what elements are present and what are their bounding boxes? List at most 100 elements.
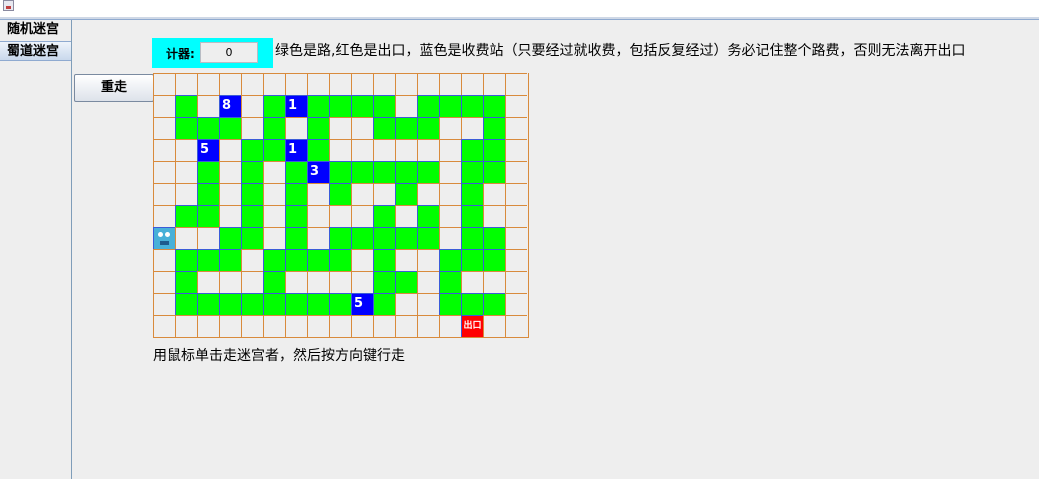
empty-cell xyxy=(439,315,461,337)
road-cell xyxy=(483,249,505,271)
road-cell xyxy=(483,161,505,183)
road-cell xyxy=(263,271,285,293)
road-cell xyxy=(175,117,197,139)
empty-cell xyxy=(285,73,307,95)
toll-cell: 8 xyxy=(219,95,241,117)
road-cell xyxy=(241,139,263,161)
empty-cell xyxy=(329,315,351,337)
road-cell xyxy=(373,227,395,249)
road-cell xyxy=(461,249,483,271)
road-cell xyxy=(219,293,241,315)
road-cell xyxy=(373,95,395,117)
empty-cell xyxy=(153,161,175,183)
road-cell xyxy=(351,95,373,117)
road-cell xyxy=(439,293,461,315)
empty-cell xyxy=(351,205,373,227)
empty-cell xyxy=(373,315,395,337)
empty-cell xyxy=(307,183,329,205)
empty-cell xyxy=(461,73,483,95)
road-cell xyxy=(373,205,395,227)
empty-cell xyxy=(395,205,417,227)
empty-cell xyxy=(197,227,219,249)
road-cell xyxy=(307,293,329,315)
road-cell xyxy=(351,161,373,183)
tab-random-maze[interactable]: 随机迷宫 xyxy=(0,20,71,40)
road-cell xyxy=(219,227,241,249)
road-cell xyxy=(307,249,329,271)
tab-shudao-maze[interactable]: 蜀道迷宫 xyxy=(0,41,71,61)
empty-cell xyxy=(153,139,175,161)
empty-cell xyxy=(197,315,219,337)
road-cell xyxy=(285,161,307,183)
road-cell xyxy=(461,293,483,315)
empty-cell xyxy=(175,139,197,161)
empty-cell xyxy=(153,249,175,271)
empty-cell xyxy=(153,271,175,293)
empty-cell xyxy=(219,183,241,205)
road-cell xyxy=(395,183,417,205)
empty-cell xyxy=(263,205,285,227)
empty-cell xyxy=(439,227,461,249)
empty-cell xyxy=(417,249,439,271)
empty-cell xyxy=(241,95,263,117)
road-cell xyxy=(461,183,483,205)
road-cell xyxy=(483,95,505,117)
empty-cell xyxy=(285,315,307,337)
empty-cell xyxy=(219,315,241,337)
road-cell xyxy=(175,271,197,293)
road-cell xyxy=(197,249,219,271)
road-cell xyxy=(197,117,219,139)
empty-cell xyxy=(373,73,395,95)
empty-cell xyxy=(505,315,527,337)
road-cell xyxy=(285,227,307,249)
empty-cell xyxy=(439,183,461,205)
empty-cell xyxy=(395,293,417,315)
player-icon[interactable] xyxy=(153,227,175,249)
empty-cell xyxy=(153,315,175,337)
road-cell xyxy=(417,161,439,183)
empty-cell xyxy=(219,271,241,293)
empty-cell xyxy=(219,161,241,183)
road-cell xyxy=(483,293,505,315)
road-cell xyxy=(439,249,461,271)
empty-cell xyxy=(505,95,527,117)
empty-cell xyxy=(153,205,175,227)
empty-cell xyxy=(505,161,527,183)
empty-cell xyxy=(373,139,395,161)
empty-cell xyxy=(417,183,439,205)
road-cell xyxy=(329,249,351,271)
empty-cell xyxy=(197,271,219,293)
empty-cell xyxy=(505,227,527,249)
road-cell xyxy=(417,205,439,227)
road-cell xyxy=(175,293,197,315)
restart-button[interactable]: 重走 xyxy=(74,74,154,102)
empty-cell xyxy=(241,271,263,293)
empty-cell xyxy=(483,183,505,205)
road-cell xyxy=(373,293,395,315)
road-cell xyxy=(461,227,483,249)
empty-cell xyxy=(439,73,461,95)
empty-cell xyxy=(417,139,439,161)
empty-cell xyxy=(219,73,241,95)
sidebar-tabs: 随机迷宫 蜀道迷宫 xyxy=(0,20,72,479)
road-cell xyxy=(417,117,439,139)
empty-cell xyxy=(263,161,285,183)
empty-cell xyxy=(417,271,439,293)
title-bar xyxy=(0,0,1039,17)
road-cell xyxy=(329,161,351,183)
road-cell xyxy=(461,161,483,183)
empty-cell xyxy=(505,293,527,315)
exit-cell: 出口 xyxy=(461,315,483,337)
empty-cell xyxy=(505,117,527,139)
road-cell xyxy=(461,205,483,227)
road-cell xyxy=(285,183,307,205)
maze-grid[interactable]: 8 1 5 1 3 5 出口 xyxy=(153,73,529,338)
road-cell xyxy=(197,161,219,183)
empty-cell xyxy=(329,139,351,161)
empty-cell xyxy=(285,117,307,139)
empty-cell xyxy=(241,117,263,139)
empty-cell xyxy=(307,205,329,227)
counter-field[interactable]: 0 xyxy=(200,42,258,63)
empty-cell xyxy=(263,183,285,205)
empty-cell xyxy=(395,315,417,337)
